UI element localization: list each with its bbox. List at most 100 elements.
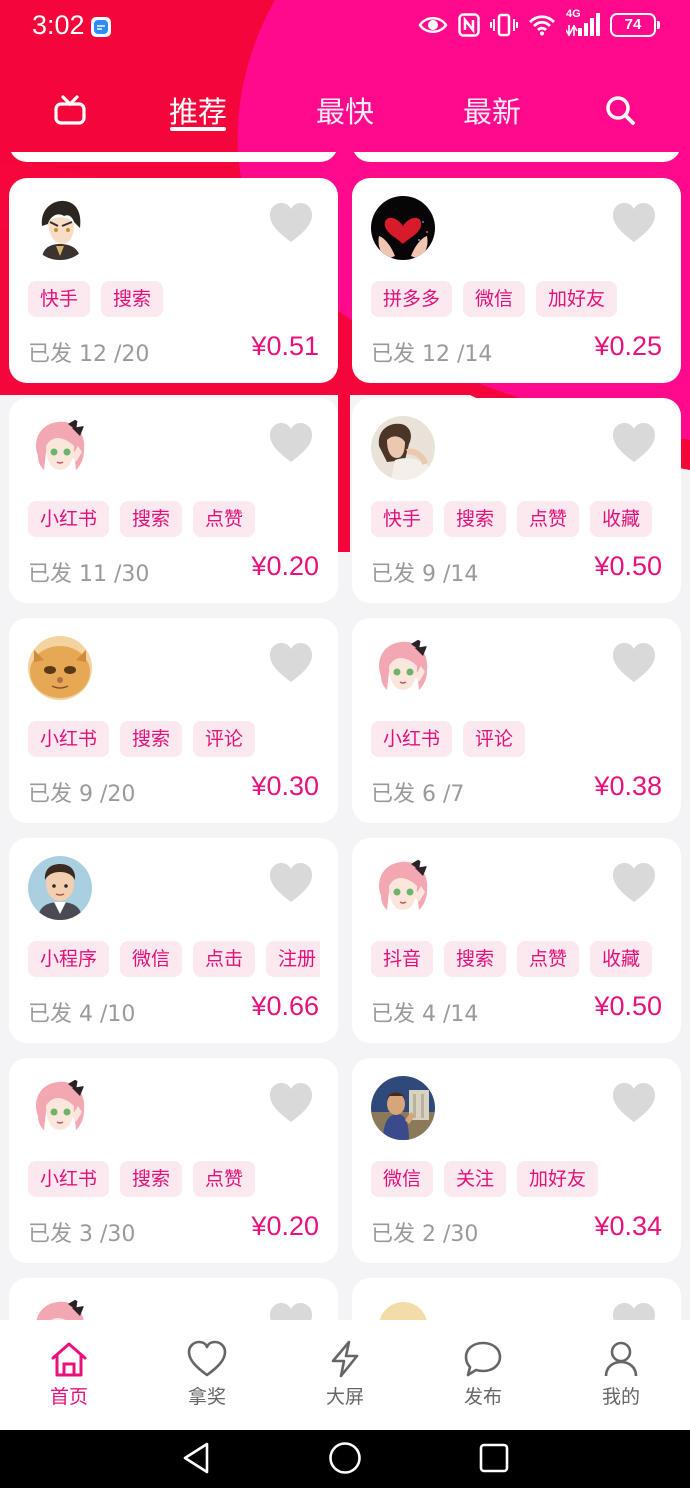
task-feed[interactable]: 快手 搜索 已发 12 /20 ¥0.51 拼多多 微信 加好友 已发 12 /14 ¥0.25…	[0, 152, 690, 1320]
nfc-icon	[458, 13, 480, 37]
nav-publish[interactable]: 发布	[414, 1320, 552, 1430]
task-progress: 已发 2 /30	[371, 1222, 479, 1247]
task-tags: 快手 搜索	[28, 281, 320, 317]
task-card[interactable]: 小红书 搜索 点赞 已发 3 /30 ¥0.20	[9, 1058, 338, 1263]
task-card[interactable]: 快手 搜索 已发 12 /20 ¥0.51	[9, 178, 338, 383]
home-icon	[51, 1342, 87, 1377]
task-tag: 微信	[371, 1161, 434, 1197]
task-tag: 微信	[120, 941, 183, 977]
nav-home-label: 首页	[49, 1386, 88, 1408]
favorite-heart-icon[interactable]	[611, 862, 657, 908]
task-tags: 快手 搜索 点赞 收藏	[371, 501, 663, 537]
nav-mine[interactable]: 我的	[552, 1320, 690, 1430]
favorite-heart-icon[interactable]	[268, 202, 314, 248]
task-tag: 评论	[463, 721, 526, 757]
task-progress: 已发 4 /14	[371, 1002, 479, 1027]
network-label: 4G	[566, 8, 581, 20]
task-price: ¥0.38	[594, 771, 662, 801]
task-tag: 搜索	[120, 721, 183, 757]
favorite-heart-icon[interactable]	[268, 1302, 314, 1320]
favorite-heart-icon[interactable]	[611, 202, 657, 248]
woman-photo-avatar[interactable]	[371, 416, 435, 480]
tab-recommended[interactable]: 推荐	[158, 70, 238, 150]
task-tag: 评论	[193, 721, 256, 757]
task-progress: 已发 9 /20	[28, 782, 136, 807]
cartoon-man-avatar[interactable]	[28, 856, 92, 920]
back-icon[interactable]	[180, 1441, 212, 1479]
task-tag: 搜索	[444, 941, 507, 977]
task-tag: 搜索	[120, 501, 183, 537]
anime-girl-avatar[interactable]	[371, 856, 435, 920]
task-progress: 已发 6 /7	[371, 782, 465, 807]
task-progress: 已发 11 /30	[28, 562, 150, 587]
task-card[interactable]: 拼多多 微信 加好友 已发 12 /14 ¥0.25	[352, 178, 681, 383]
anime-girl-avatar[interactable]	[28, 416, 92, 480]
recents-icon[interactable]	[478, 1441, 510, 1479]
task-tag: 加好友	[517, 1161, 599, 1197]
task-card[interactable]	[9, 1278, 338, 1320]
heart-icon	[187, 1340, 227, 1377]
bottom-nav: 首页 拿奖 大屏 发布 我的	[0, 1320, 690, 1430]
wifi-icon	[528, 14, 556, 36]
task-tag: 点赞	[193, 1161, 256, 1197]
nav-bigscreen[interactable]: 大屏	[276, 1320, 414, 1430]
anime-girl-avatar[interactable]	[371, 636, 435, 700]
task-price: ¥0.50	[594, 551, 662, 581]
task-card[interactable]: 快手 搜索 点赞 收藏 已发 9 /14 ¥0.50	[352, 398, 681, 603]
favorite-heart-icon[interactable]	[268, 862, 314, 908]
nav-rewards[interactable]: 拿奖	[138, 1320, 276, 1430]
task-price: ¥0.34	[594, 1211, 662, 1241]
task-tag: 小红书	[371, 721, 453, 757]
blonde-anime-avatar[interactable]	[371, 1296, 435, 1320]
tv-icon[interactable]	[40, 70, 100, 150]
active-tab-indicator	[170, 127, 226, 131]
tab-fastest[interactable]: 最快	[305, 70, 385, 150]
anime-boy-avatar[interactable]	[28, 196, 92, 260]
task-tags: 小红书 搜索 点赞	[28, 501, 320, 537]
nav-publish-label: 发布	[463, 1386, 502, 1408]
home-circle-icon[interactable]	[328, 1441, 362, 1479]
task-tags: 小红书 搜索 评论	[28, 721, 320, 757]
task-tag: 快手	[28, 281, 91, 317]
favorite-heart-icon[interactable]	[611, 642, 657, 688]
anime-girl-avatar[interactable]	[28, 1296, 92, 1320]
task-tag: 搜索	[101, 281, 164, 317]
task-tags: 小红书 评论	[371, 721, 663, 757]
task-tag: 小程序	[28, 941, 110, 977]
task-card[interactable]	[352, 1278, 681, 1320]
task-tags: 小红书 搜索 点赞	[28, 1161, 320, 1197]
task-tag: 快手	[371, 501, 434, 537]
task-card[interactable]: 小红书 搜索 评论 已发 9 /20 ¥0.30	[9, 618, 338, 823]
task-tag: 点赞	[193, 501, 256, 537]
task-tag: 点赞	[517, 501, 580, 537]
tab-newest[interactable]: 最新	[452, 70, 532, 150]
task-tag: 抖音	[371, 941, 434, 977]
task-tag: 搜索	[444, 501, 507, 537]
task-progress: 已发 3 /30	[28, 1222, 136, 1247]
favorite-heart-icon[interactable]	[268, 642, 314, 688]
anime-girl-avatar[interactable]	[28, 1076, 92, 1140]
favorite-heart-icon[interactable]	[268, 1082, 314, 1128]
task-card[interactable]: 小红书 搜索 点赞 已发 11 /30 ¥0.20	[9, 398, 338, 603]
nav-home[interactable]: 首页	[0, 1320, 138, 1430]
eye-icon	[418, 14, 448, 36]
task-tag: 小红书	[28, 721, 110, 757]
favorite-heart-icon[interactable]	[268, 422, 314, 468]
battery-level: 74	[624, 16, 642, 33]
task-card-partial[interactable]	[352, 152, 681, 162]
heart-hands-avatar[interactable]	[371, 196, 435, 260]
favorite-heart-icon[interactable]	[611, 422, 657, 468]
favorite-heart-icon[interactable]	[611, 1082, 657, 1128]
task-card[interactable]: 小红书 评论已发 6 /7 ¥0.38	[352, 618, 681, 823]
task-card[interactable]: 微信 关注 加好友已发 2 /30 ¥0.34	[352, 1058, 681, 1263]
task-card[interactable]: 抖音 搜索 点赞 收藏 已发 4 /14 ¥0.50	[352, 838, 681, 1043]
painting-avatar[interactable]	[371, 1076, 435, 1140]
task-card[interactable]: 小程序 微信 点击 注册 已发 4 /10 ¥0.66	[9, 838, 338, 1043]
task-tag: 关注	[444, 1161, 507, 1197]
task-tag: 注册	[266, 941, 320, 977]
status-time: 3:02	[32, 10, 85, 40]
favorite-heart-icon[interactable]	[611, 1302, 657, 1320]
task-card-partial[interactable]	[9, 152, 338, 162]
search-icon[interactable]	[590, 70, 650, 150]
cat-avatar[interactable]	[28, 636, 92, 700]
